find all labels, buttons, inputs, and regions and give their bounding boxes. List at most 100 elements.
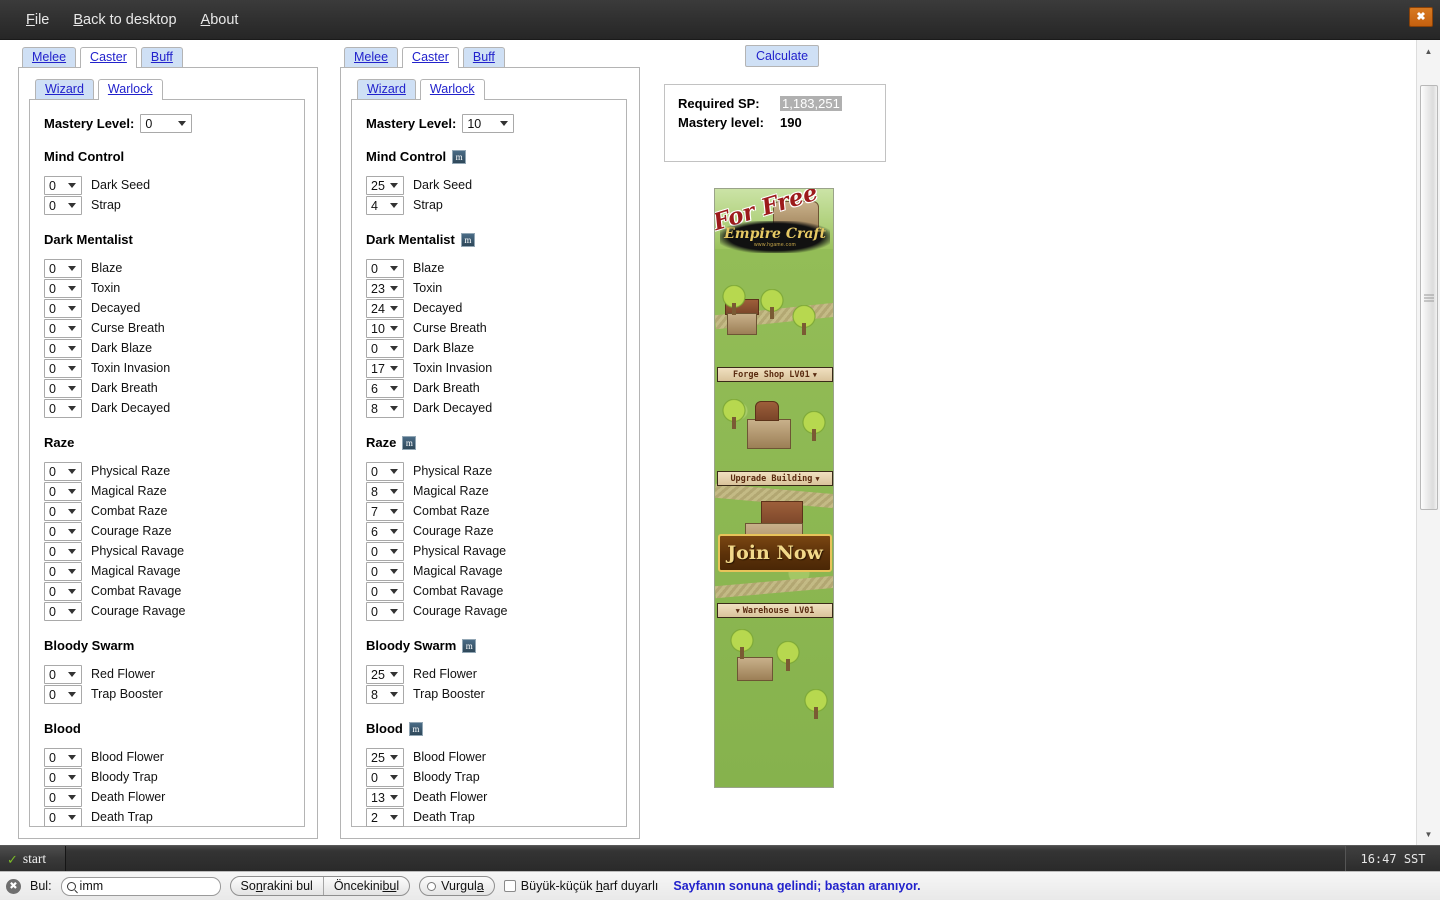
tab-wizard-right[interactable]: Wizard	[357, 79, 416, 99]
tab-warlock-left[interactable]: Warlock	[97, 79, 163, 100]
taskbar-task-area[interactable]	[67, 846, 1340, 872]
skill-select[interactable]: 0	[44, 378, 82, 398]
ad-label-warehouse[interactable]: ▼ Warehouse LV01	[717, 603, 833, 618]
skill-select[interactable]: 0	[44, 541, 82, 561]
skill-select[interactable]: 7	[366, 501, 404, 521]
skill-select[interactable]: 8	[366, 684, 404, 704]
close-icon[interactable]: ✖	[6, 878, 21, 894]
mastery-badge-icon[interactable]: m	[460, 232, 475, 247]
skill-select[interactable]: 0	[366, 767, 404, 787]
chevron-down-icon	[68, 774, 76, 780]
skill-label: Toxin Invasion	[91, 361, 171, 375]
skill-select[interactable]: 0	[44, 461, 82, 481]
window-close-button[interactable]: ✖	[1409, 7, 1433, 27]
skill-select[interactable]: 0	[44, 358, 82, 378]
mastery-level-value: 190	[780, 115, 802, 130]
skill-select[interactable]: 25	[366, 664, 404, 684]
skill-select[interactable]: 0	[44, 318, 82, 338]
skill-select-value: 24	[371, 301, 385, 316]
required-sp-value[interactable]: 1,183,251	[780, 96, 842, 111]
skill-select[interactable]: 0	[44, 258, 82, 278]
mastery-level-select-left[interactable]: 0	[140, 114, 193, 133]
calculate-button[interactable]: Calculate	[745, 45, 820, 67]
skill-select[interactable]: 0	[44, 664, 82, 684]
skill-select[interactable]: 0	[366, 258, 404, 278]
skill-select[interactable]: 4	[366, 195, 404, 215]
menu-item-about[interactable]: About	[189, 8, 251, 32]
skill-select[interactable]: 0	[366, 338, 404, 358]
skill-select[interactable]: 0	[44, 521, 82, 541]
chevron-down-icon	[390, 671, 398, 677]
scrollbar-thumb[interactable]	[1420, 85, 1438, 510]
skill-select[interactable]: 0	[44, 501, 82, 521]
tab-caster-left[interactable]: Caster	[80, 47, 137, 68]
skill-select[interactable]: 6	[366, 521, 404, 541]
menu-item-back-to-desktop[interactable]: Back to desktop	[61, 8, 188, 32]
ad-join-now-button[interactable]: Join Now	[718, 534, 832, 572]
highlight-all-toggle[interactable]: Vurgula	[419, 876, 495, 896]
mastery-badge-icon[interactable]: m	[452, 149, 467, 164]
skill-select[interactable]: 0	[44, 807, 82, 827]
skill-select[interactable]: 0	[366, 541, 404, 561]
skill-select[interactable]: 0	[44, 398, 82, 418]
skill-select[interactable]: 0	[44, 684, 82, 704]
ad-upgrade-building-text: Upgrade Building	[730, 473, 813, 484]
mastery-badge-icon[interactable]: m	[462, 638, 477, 653]
skill-select[interactable]: 0	[366, 581, 404, 601]
tab-caster-right[interactable]: Caster	[402, 47, 459, 68]
skill-select[interactable]: 0	[366, 601, 404, 621]
skill-select[interactable]: 0	[44, 481, 82, 501]
skill-select[interactable]: 17	[366, 358, 404, 378]
skill-select[interactable]: 0	[44, 561, 82, 581]
clock[interactable]: 16:47 SST	[1345, 846, 1440, 872]
ad-label-forge-shop[interactable]: Forge Shop LV01 ▼	[717, 367, 833, 382]
mastery-level-select-right[interactable]: 10	[462, 114, 515, 133]
skill-select[interactable]: 0	[44, 278, 82, 298]
tab-buff-right[interactable]: Buff	[462, 47, 505, 67]
tab-melee-right[interactable]: Melee	[344, 47, 399, 67]
skill-label: Dark Decayed	[413, 401, 493, 415]
skill-select[interactable]: 6	[366, 378, 404, 398]
ad-label-upgrade-building[interactable]: Upgrade Building ▼	[717, 471, 833, 486]
skill-select[interactable]: 0	[366, 561, 404, 581]
chevron-down-icon	[68, 345, 76, 351]
skill-select[interactable]: 0	[44, 787, 82, 807]
skill-select[interactable]: 8	[366, 481, 404, 501]
skill-select[interactable]: 25	[366, 747, 404, 767]
skill-select[interactable]: 0	[44, 175, 82, 195]
skill-select[interactable]: 0	[44, 195, 82, 215]
skill-select[interactable]: 0	[44, 747, 82, 767]
skill-select[interactable]: 23	[366, 278, 404, 298]
skill-select[interactable]: 0	[44, 581, 82, 601]
skill-select[interactable]: 0	[366, 461, 404, 481]
find-next-button[interactable]: So n rakini bul	[231, 877, 323, 895]
skill-select[interactable]: 0	[44, 298, 82, 318]
tab-wizard-left[interactable]: Wizard	[35, 79, 94, 99]
mastery-badge-icon[interactable]: m	[402, 435, 417, 450]
page-scrollbar[interactable]: ▲ ▼	[1416, 40, 1440, 845]
tab-melee-left[interactable]: Melee	[22, 47, 77, 67]
match-case-toggle[interactable]: Büyük-küçük harf duyarlı	[503, 879, 658, 893]
scroll-up-arrow-icon[interactable]: ▲	[1417, 40, 1440, 62]
skill-select[interactable]: 24	[366, 298, 404, 318]
find-previous-button[interactable]: Öncekini bu l	[322, 877, 409, 895]
start-button[interactable]: ✓ start	[0, 846, 66, 872]
skill-group-header: Bloody Swarm	[44, 638, 304, 653]
advertisement-banner[interactable]: Forge Shop LV01 ▼ Upgrade Building ▼ ▼ W…	[714, 188, 834, 788]
skill-label: Trap Booster	[413, 687, 485, 701]
skill-select[interactable]: 0	[44, 767, 82, 787]
find-input[interactable]: imm	[60, 876, 221, 896]
tab-warlock-right[interactable]: Warlock	[419, 79, 485, 100]
tab-buff-left[interactable]: Buff	[140, 47, 183, 67]
skill-select[interactable]: 2	[366, 807, 404, 827]
menu-item-file[interactable]: File	[14, 8, 61, 32]
chevron-down-icon	[390, 468, 398, 474]
scroll-down-arrow-icon[interactable]: ▼	[1417, 823, 1440, 845]
skill-select[interactable]: 0	[44, 338, 82, 358]
skill-select[interactable]: 25	[366, 175, 404, 195]
mastery-badge-icon[interactable]: m	[408, 721, 423, 736]
skill-select[interactable]: 0	[44, 601, 82, 621]
skill-select[interactable]: 13	[366, 787, 404, 807]
skill-select[interactable]: 10	[366, 318, 404, 338]
skill-select[interactable]: 8	[366, 398, 404, 418]
